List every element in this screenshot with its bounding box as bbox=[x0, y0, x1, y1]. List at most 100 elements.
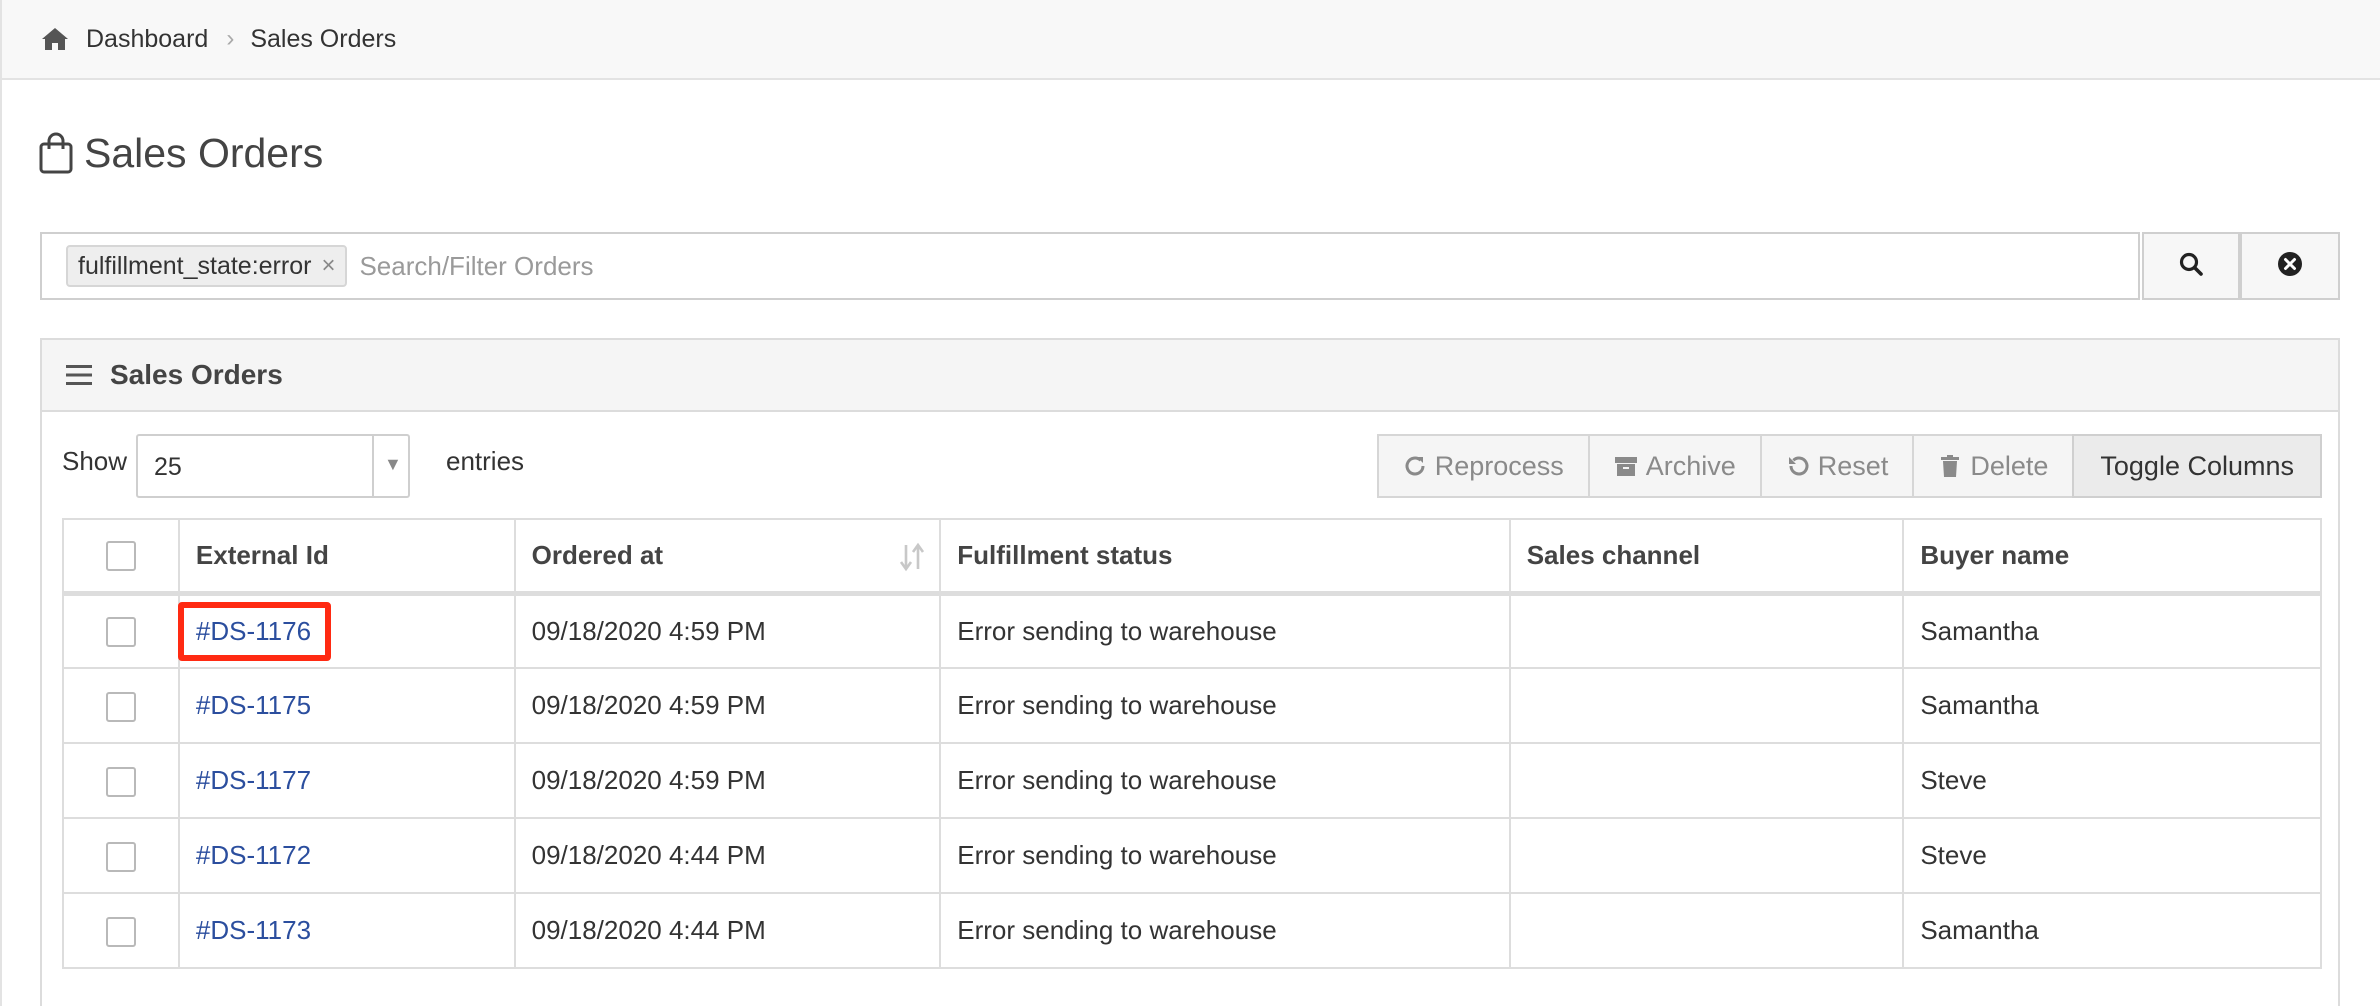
select-divider bbox=[372, 436, 374, 496]
breadcrumb-dashboard-link[interactable]: Dashboard bbox=[86, 25, 208, 54]
row-checkbox[interactable] bbox=[105, 766, 136, 797]
column-header-ordered-at[interactable]: Ordered at bbox=[513, 518, 942, 596]
external-id-cell: #DS-1173 bbox=[177, 892, 516, 969]
row-select-cell bbox=[62, 892, 180, 969]
search-button[interactable] bbox=[2142, 232, 2240, 300]
breadcrumb: Dashboard › Sales Orders bbox=[0, 0, 2380, 80]
row-checkbox[interactable] bbox=[105, 916, 136, 947]
buyer-name-cell: Samantha bbox=[1902, 892, 2322, 969]
fulfillment-status-cell: Error sending to warehouse bbox=[939, 817, 1511, 894]
column-header-fulfillment-status[interactable]: Fulfillment status bbox=[939, 518, 1511, 596]
ordered-at-cell: 09/18/2020 4:44 PM bbox=[513, 892, 942, 969]
fulfillment-status-cell: Error sending to warehouse bbox=[939, 742, 1511, 819]
row-select-cell bbox=[62, 667, 180, 744]
fulfillment-status-cell: Error sending to warehouse bbox=[939, 892, 1511, 969]
external-id-cell: #DS-1176 bbox=[177, 592, 516, 669]
row-select-cell bbox=[62, 817, 180, 894]
archive-label: Archive bbox=[1645, 450, 1736, 481]
ordered-at-cell: 09/18/2020 4:59 PM bbox=[513, 742, 942, 819]
row-checkbox[interactable] bbox=[105, 617, 136, 648]
table-header-row: External Id Ordered at Fulfillment statu… bbox=[62, 518, 2322, 596]
buyer-name-cell: Steve bbox=[1902, 817, 2322, 894]
entries-value: 25 bbox=[154, 453, 182, 481]
sales-channel-cell bbox=[1508, 742, 1905, 819]
sales-channel-cell bbox=[1508, 817, 1905, 894]
action-button-group: Reprocess Archive Reset Delete Toggle Co… bbox=[1376, 434, 2322, 498]
clear-search-button[interactable] bbox=[2240, 232, 2340, 300]
search-input[interactable] bbox=[359, 250, 1960, 282]
entries-label: entries bbox=[446, 446, 525, 476]
breadcrumb-separator-icon: › bbox=[226, 25, 235, 52]
buyer-name-cell: Samantha bbox=[1902, 667, 2322, 744]
delete-label: Delete bbox=[1970, 450, 2049, 481]
select-all-checkbox[interactable] bbox=[105, 541, 136, 572]
table-controls: Show 25 ▼ entries Reprocess Archive Rese… bbox=[62, 434, 2322, 500]
chevron-down-icon: ▼ bbox=[384, 454, 402, 474]
buyer-name-cell: Steve bbox=[1902, 742, 2322, 819]
external-id-cell: #DS-1177 bbox=[177, 742, 516, 819]
home-icon[interactable] bbox=[40, 26, 70, 52]
select-all-cell bbox=[62, 518, 180, 596]
entries-select[interactable]: 25 ▼ bbox=[136, 434, 410, 498]
search-icon bbox=[2178, 251, 2204, 282]
show-label: Show bbox=[62, 446, 128, 476]
ordered-at-cell: 09/18/2020 4:59 PM bbox=[513, 667, 942, 744]
search-bar: fulfillment_state:error × bbox=[40, 232, 2340, 300]
table-row: #DS-1173 09/18/2020 4:44 PM Error sendin… bbox=[62, 892, 2322, 969]
row-checkbox[interactable] bbox=[105, 691, 136, 722]
highlight-box: #DS-1176 bbox=[177, 601, 332, 661]
sort-icon[interactable] bbox=[899, 542, 925, 572]
archive-button[interactable]: Archive bbox=[1587, 434, 1762, 498]
order-link[interactable]: #DS-1176 bbox=[196, 616, 311, 646]
order-link[interactable]: #DS-1173 bbox=[196, 915, 311, 945]
close-circle-icon bbox=[2277, 251, 2303, 282]
filter-tag: fulfillment_state:error × bbox=[66, 245, 348, 287]
remove-filter-icon[interactable]: × bbox=[321, 252, 335, 280]
panel-title: Sales Orders bbox=[110, 359, 283, 390]
sales-channel-cell bbox=[1508, 592, 1905, 669]
menu-icon bbox=[66, 364, 92, 386]
panel-header: Sales Orders bbox=[42, 340, 2338, 412]
table-row: #DS-1172 09/18/2020 4:44 PM Error sendin… bbox=[62, 817, 2322, 894]
table-row: #DS-1175 09/18/2020 4:59 PM Error sendin… bbox=[62, 667, 2322, 744]
trash-icon bbox=[1938, 454, 1962, 478]
archive-icon bbox=[1614, 454, 1638, 478]
filter-tag-label: fulfillment_state:error bbox=[78, 251, 312, 280]
row-checkbox[interactable] bbox=[105, 841, 136, 872]
fulfillment-status-cell: Error sending to warehouse bbox=[939, 667, 1511, 744]
undo-icon bbox=[1786, 454, 1810, 478]
order-link[interactable]: #DS-1172 bbox=[196, 840, 311, 870]
ordered-at-cell: 09/18/2020 4:59 PM bbox=[513, 592, 942, 669]
fulfillment-status-cell: Error sending to warehouse bbox=[939, 592, 1511, 669]
row-select-cell bbox=[62, 592, 180, 669]
column-header-ordered-at-label: Ordered at bbox=[531, 539, 664, 570]
reset-button[interactable]: Reset bbox=[1759, 434, 1915, 498]
order-link[interactable]: #DS-1177 bbox=[196, 765, 311, 795]
column-header-sales-channel[interactable]: Sales channel bbox=[1508, 518, 1905, 596]
buyer-name-cell: Samantha bbox=[1902, 592, 2322, 669]
table-row: #DS-1176 09/18/2020 4:59 PM Error sendin… bbox=[62, 592, 2322, 669]
ordered-at-cell: 09/18/2020 4:44 PM bbox=[513, 817, 942, 894]
toggle-columns-label: Toggle Columns bbox=[2100, 450, 2294, 481]
column-header-external-id[interactable]: External Id bbox=[177, 518, 516, 596]
page-border bbox=[0, 80, 2, 1006]
sales-orders-panel: Sales Orders Show 25 ▼ entries Reprocess… bbox=[40, 338, 2340, 1006]
delete-button[interactable]: Delete bbox=[1912, 434, 2075, 498]
page-title: Sales Orders bbox=[38, 128, 323, 178]
breadcrumb-current: Sales Orders bbox=[250, 24, 397, 53]
search-box[interactable]: fulfillment_state:error × bbox=[40, 232, 2140, 300]
toggle-columns-button[interactable]: Toggle Columns bbox=[2072, 434, 2322, 498]
orders-table: External Id Ordered at Fulfillment statu… bbox=[62, 518, 2322, 969]
reprocess-label: Reprocess bbox=[1434, 450, 1564, 481]
shopping-bag-icon bbox=[38, 132, 74, 174]
reprocess-button[interactable]: Reprocess bbox=[1376, 434, 1590, 498]
page-title-text: Sales Orders bbox=[84, 129, 324, 176]
table-row: #DS-1177 09/18/2020 4:59 PM Error sendin… bbox=[62, 742, 2322, 819]
external-id-cell: #DS-1175 bbox=[177, 667, 516, 744]
reset-label: Reset bbox=[1817, 450, 1889, 481]
external-id-cell: #DS-1172 bbox=[177, 817, 516, 894]
column-header-buyer-name[interactable]: Buyer name bbox=[1902, 518, 2322, 596]
sales-channel-cell bbox=[1508, 667, 1905, 744]
row-select-cell bbox=[62, 742, 180, 819]
order-link[interactable]: #DS-1175 bbox=[196, 690, 311, 720]
